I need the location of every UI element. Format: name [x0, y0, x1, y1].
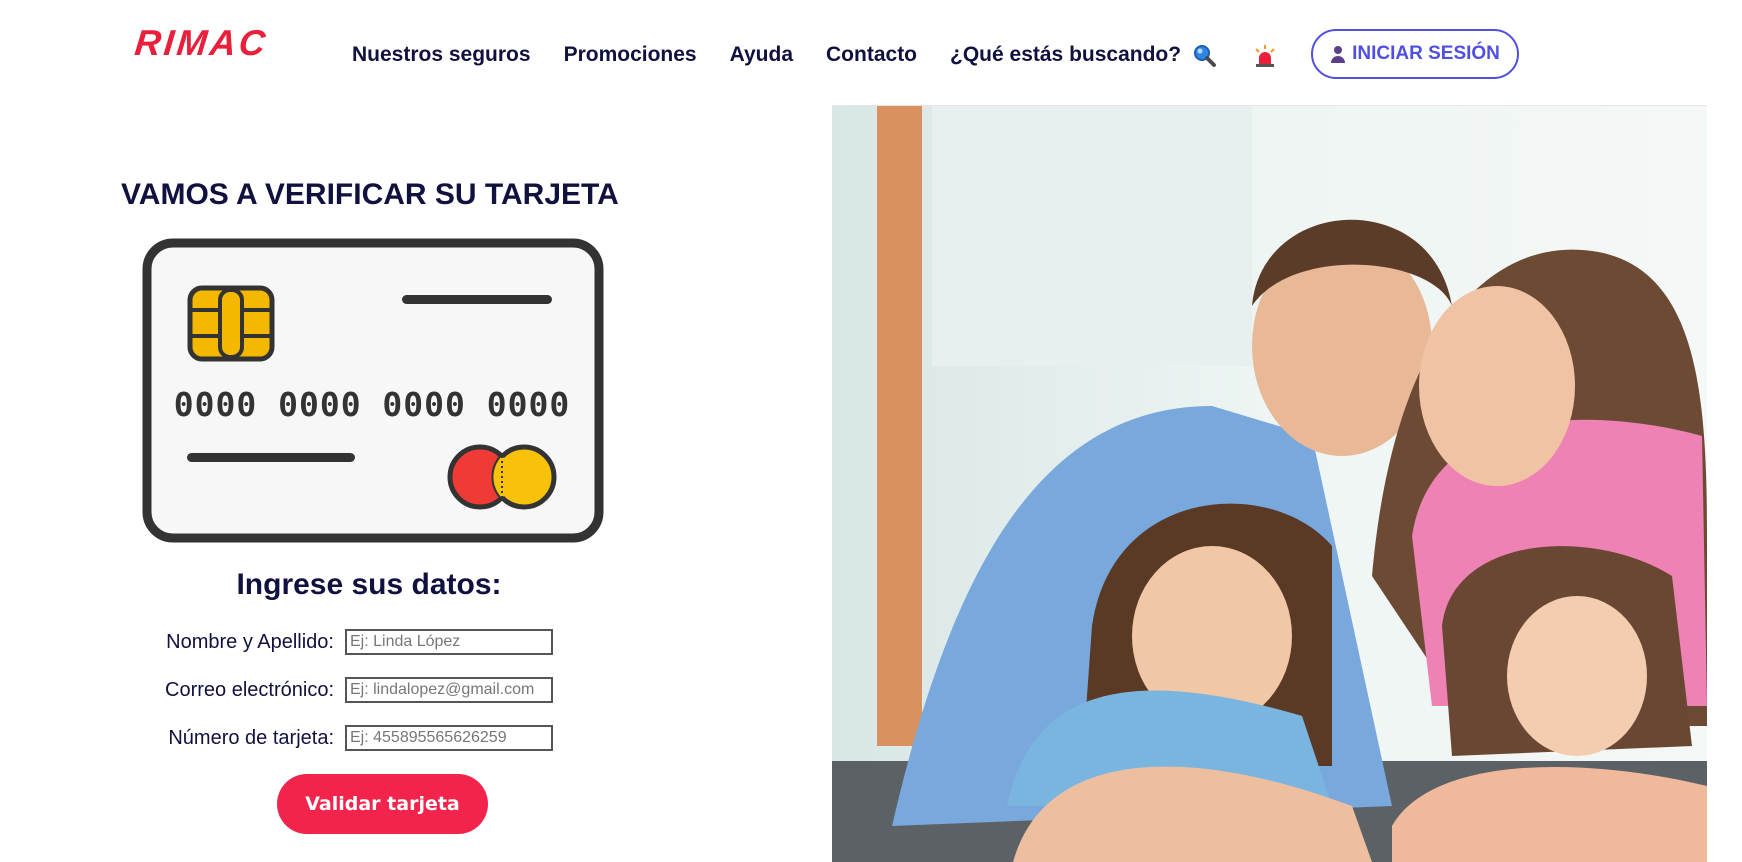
family-photo — [832, 106, 1707, 862]
login-button[interactable]: INICIAR SESIÓN — [1311, 29, 1519, 79]
card-number-field[interactable] — [345, 725, 553, 751]
nav-nuestros-seguros[interactable]: Nuestros seguros — [352, 43, 531, 67]
form-row-name: Nombre y Apellido: — [150, 627, 570, 657]
card-number-label: Número de tarjeta: — [168, 726, 334, 749]
nav-promociones[interactable]: Promociones — [564, 43, 697, 67]
nav-contacto[interactable]: Contacto — [826, 43, 917, 67]
name-label: Nombre y Apellido: — [166, 630, 334, 653]
name-field[interactable] — [345, 629, 553, 655]
page-title: VAMOS A VERIFICAR SU TARJETA — [121, 178, 619, 211]
form-row-email: Correo electrónico: — [150, 675, 570, 705]
form-title: Ingrese sus datos: — [236, 568, 502, 601]
rimac-logo[interactable]: RIMAC — [133, 22, 270, 64]
validate-card-button[interactable]: Validar tarjeta — [277, 774, 488, 834]
header: RIMAC Nuestros seguros Promociones Ayuda… — [0, 0, 1742, 105]
credit-card-illustration: 0000 0000 0000 0000 — [142, 238, 604, 543]
form-row-card-number: Número de tarjeta: — [150, 723, 570, 753]
nav-ayuda[interactable]: Ayuda — [730, 43, 793, 67]
nav-que-estas-buscando[interactable]: ¿Qué estás buscando? — [950, 43, 1181, 67]
login-button-label: INICIAR SESIÓN — [1352, 43, 1500, 64]
main-nav: Nuestros seguros Promociones Ayuda Conta… — [352, 0, 1214, 110]
chip-icon — [187, 285, 275, 362]
search-icon[interactable] — [1192, 43, 1218, 69]
card-number: 0000 0000 0000 0000 — [174, 385, 571, 424]
siren-icon[interactable] — [1252, 43, 1278, 69]
user-icon — [1331, 46, 1346, 63]
email-field[interactable] — [345, 677, 553, 703]
email-label: Correo electrónico: — [165, 678, 334, 701]
mastercard-icon — [447, 444, 557, 510]
